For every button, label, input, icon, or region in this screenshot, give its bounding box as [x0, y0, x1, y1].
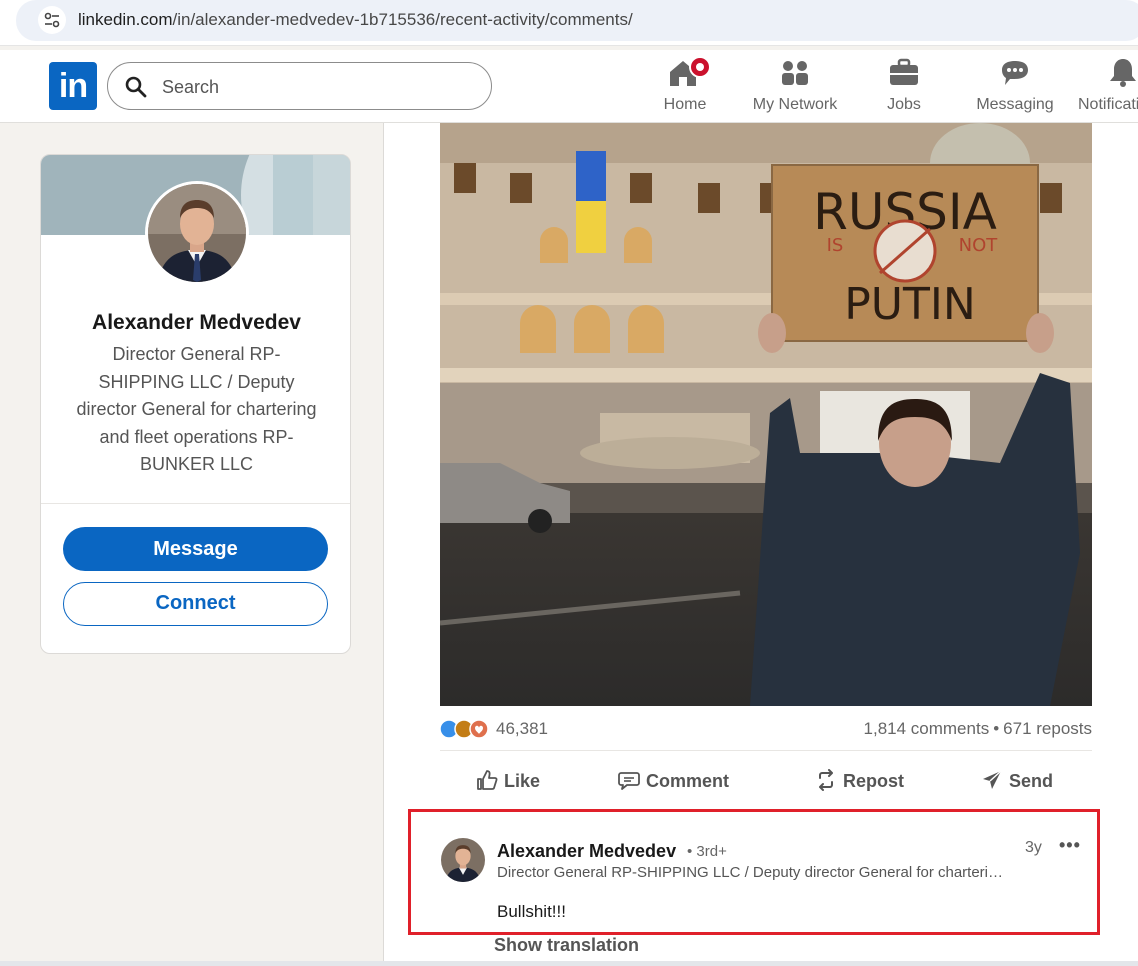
home-icon [667, 56, 711, 90]
briefcase-icon [888, 56, 920, 90]
nav-my-network[interactable]: My Network [746, 56, 844, 116]
comment-author-headline: Director General RP-SHIPPING LLC / Deput… [497, 864, 1007, 881]
sign-text-is: IS [827, 235, 844, 256]
sign-text-putin: PUTIN [844, 279, 976, 330]
comment-label: Comment [646, 771, 730, 791]
reposts-count[interactable]: 671 reposts [1003, 719, 1092, 738]
profile-name[interactable]: Alexander Medvedev [41, 311, 350, 335]
comment-time: 3y [1025, 839, 1042, 856]
comment-button[interactable]: Comment [618, 771, 729, 799]
site-settings-icon[interactable] [38, 6, 66, 34]
comment-author-name[interactable]: Alexander Medvedev [497, 841, 676, 862]
linkedin-logo[interactable]: in [49, 62, 97, 110]
connection-degree: • 3rd+ [687, 843, 727, 860]
social-counts: 46,381 1,814 comments • 671 reposts [439, 713, 1092, 749]
send-label: Send [1009, 771, 1054, 791]
search-icon [125, 76, 147, 98]
search-box[interactable] [107, 62, 492, 110]
reaction-count[interactable]: 46,381 [496, 719, 548, 739]
nav-notifications[interactable]: Notifications [1076, 56, 1138, 116]
chat-icon [998, 56, 1032, 90]
scroll-edge [0, 961, 1138, 966]
repost-button[interactable]: Repost [815, 769, 905, 799]
nav-messaging[interactable]: Messaging [972, 56, 1058, 116]
comments-reposts-count[interactable]: 1,814 comments • 671 reposts [864, 719, 1092, 739]
comment-author-avatar[interactable] [441, 838, 485, 882]
nav-label: Home [663, 96, 707, 113]
repost-label: Repost [843, 771, 905, 791]
divider [41, 503, 350, 504]
comment-icon [618, 772, 640, 791]
comments-count[interactable]: 1,814 comments [864, 719, 990, 738]
url-host: linkedin.com [78, 10, 173, 29]
message-button[interactable]: Message [63, 527, 328, 571]
profile-avatar[interactable] [145, 181, 249, 285]
divider [440, 750, 1092, 751]
people-icon [778, 56, 812, 90]
post-actions: Like Comment Repost Send [440, 763, 1092, 807]
more-options-icon[interactable]: ••• [1059, 835, 1081, 856]
nav-label: Jobs [887, 96, 921, 113]
profile-headline: Director General RP-SHIPPING LLC / Deput… [76, 344, 317, 474]
nav-label: Notifications [1078, 96, 1138, 113]
comment-text: Bullshit!!! [497, 902, 566, 921]
like-button[interactable]: Like [476, 770, 541, 799]
nav-home[interactable]: Home [654, 56, 716, 116]
search-input[interactable] [162, 73, 462, 101]
comment-item: Alexander Medvedev • 3rd+ Director Gener… [408, 809, 1100, 935]
thumbs-up-icon [477, 770, 498, 791]
nav-jobs[interactable]: Jobs [880, 56, 928, 116]
reaction-icons[interactable] [439, 718, 494, 740]
profile-card: Alexander Medvedev Director General RP-S… [40, 154, 351, 654]
show-translation-link[interactable]: Show translation [494, 935, 639, 956]
post-image[interactable]: RUSSIA IS NOT PUTIN [440, 123, 1092, 706]
nav-label: Messaging [976, 96, 1054, 113]
repost-icon [819, 769, 833, 792]
sign-text-not: NOT [959, 235, 999, 256]
nav-label: My Network [752, 96, 838, 113]
bell-icon [1106, 56, 1138, 90]
browser-address-bar: linkedin.com/in/alexander-medvedev-1b715… [0, 0, 1138, 46]
url-bar[interactable]: linkedin.com/in/alexander-medvedev-1b715… [16, 0, 1138, 41]
url-text[interactable]: linkedin.com/in/alexander-medvedev-1b715… [78, 10, 633, 30]
send-button[interactable]: Send [981, 770, 1054, 799]
send-icon [983, 770, 1002, 790]
like-label: Like [504, 771, 541, 791]
url-path: /in/alexander-medvedev-1b715536/recent-a… [172, 10, 633, 29]
connect-button[interactable]: Connect [63, 582, 328, 626]
notification-badge [689, 56, 711, 78]
linkedin-navbar: in Home My Network [0, 50, 1138, 123]
